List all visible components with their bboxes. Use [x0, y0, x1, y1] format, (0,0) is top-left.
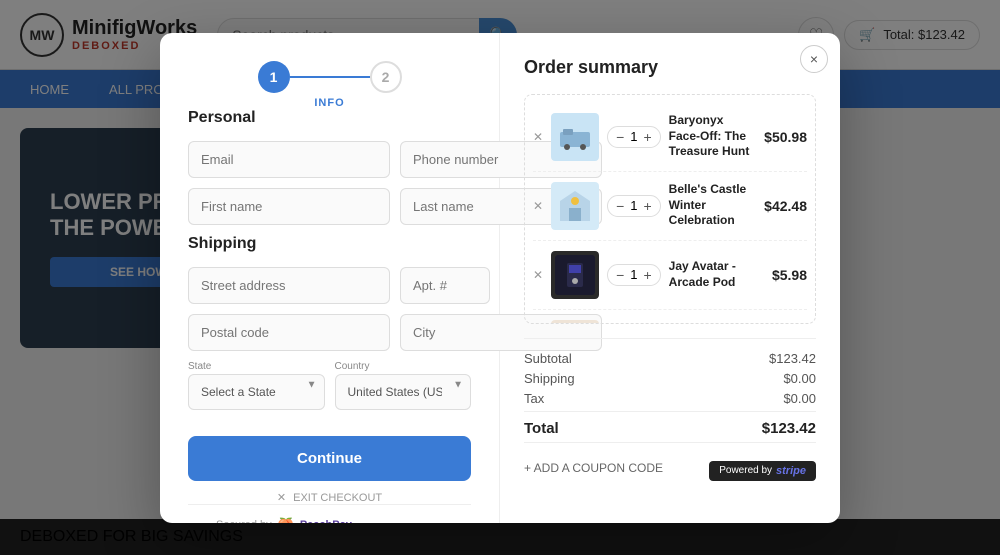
- continue-button[interactable]: Continue: [188, 436, 471, 481]
- item-info-1: Baryonyx Face-Off: The Treasure Hunt: [669, 113, 757, 160]
- peachpay-label: PeachPay: [300, 519, 352, 523]
- order-summary-panel: Order summary ✕ − 1 + Baryonyx Face-Off:…: [500, 33, 840, 523]
- qty-decrease-1[interactable]: −: [616, 129, 624, 145]
- qty-decrease-2[interactable]: −: [616, 198, 624, 214]
- shipping-row: Shipping $0.00: [524, 371, 816, 386]
- item-info-3: Jay Avatar - Arcade Pod: [669, 259, 764, 290]
- grand-total-value: $123.42: [762, 420, 816, 437]
- close-button[interactable]: ×: [800, 45, 828, 73]
- state-select-wrap: State Select a State ▼: [188, 361, 325, 410]
- item-image-2: [551, 182, 599, 230]
- item-qty-1: − 1 +: [607, 126, 661, 148]
- qty-increase-3[interactable]: +: [643, 267, 651, 283]
- exit-label: EXIT CHECKOUT: [293, 492, 382, 504]
- remove-item-3[interactable]: ✕: [533, 268, 543, 282]
- secured-text: Secured by: [216, 519, 272, 523]
- qty-value-2: 1: [630, 198, 637, 213]
- checkout-form-panel: 1 2 INFO Personal Shipping: [160, 33, 500, 523]
- grand-total-label: Total: [524, 420, 559, 437]
- item-price-3: $5.98: [772, 267, 807, 283]
- subtotal-row: Subtotal $123.42: [524, 351, 816, 366]
- country-select-wrap: Country United States (US) ▼: [335, 361, 472, 410]
- street-input[interactable]: [188, 267, 390, 304]
- item-info-2: Belle's Castle Winter Celebration: [669, 182, 757, 229]
- item-price-2: $42.48: [764, 198, 807, 214]
- remove-item-1[interactable]: ✕: [533, 130, 543, 144]
- state-label: State: [188, 361, 325, 372]
- grand-total-row: Total $123.42: [524, 411, 816, 437]
- step-1: 1: [258, 61, 290, 93]
- stripe-logo: stripe: [776, 465, 806, 477]
- item-qty-2: − 1 +: [607, 195, 661, 217]
- firstname-input[interactable]: [188, 188, 390, 225]
- item-name-2: Belle's Castle Winter Celebration: [669, 182, 757, 229]
- shipping-section-title: Shipping: [188, 235, 471, 253]
- modal-overlay: × 1 2 INFO Personal: [0, 0, 1000, 555]
- state-country-row: State Select a State ▼ Country United St…: [188, 361, 471, 410]
- email-input[interactable]: [188, 141, 390, 178]
- postal-input[interactable]: [188, 314, 390, 351]
- powered-by-text: Powered by: [719, 465, 772, 476]
- order-item: ✕ − 1 + Jay Avatar - Arcade Pod $5.98: [533, 241, 807, 310]
- subtotal-value: $123.42: [769, 351, 816, 366]
- name-row: [188, 188, 471, 225]
- qty-value-1: 1: [630, 129, 637, 144]
- item-image-1: [551, 113, 599, 161]
- street-row: [188, 267, 471, 304]
- state-select[interactable]: Select a State: [188, 374, 325, 410]
- apt-input[interactable]: [400, 267, 490, 304]
- item-image-4: [551, 320, 599, 324]
- steps-row: 1 2: [258, 61, 402, 93]
- shipping-value: $0.00: [783, 371, 816, 386]
- step-label: INFO: [314, 97, 344, 109]
- shipping-label: Shipping: [524, 371, 575, 386]
- steps-indicator: 1 2 INFO: [188, 61, 471, 109]
- order-totals: Subtotal $123.42 Shipping $0.00 Tax $0.0…: [524, 338, 816, 442]
- coupon-link[interactable]: + ADD A COUPON CODE: [524, 451, 663, 485]
- tax-row: Tax $0.00: [524, 391, 816, 406]
- order-item: ✕ − 1 + Mario's: [533, 310, 807, 324]
- secured-footer: Secured by 🍑 PeachPay: [188, 504, 471, 523]
- item-name-1: Baryonyx Face-Off: The Treasure Hunt: [669, 113, 757, 160]
- item-name-3: Jay Avatar - Arcade Pod: [669, 259, 764, 290]
- order-footer: + ADD A COUPON CODE Powered by stripe: [524, 442, 816, 497]
- order-summary-title: Order summary: [524, 57, 816, 78]
- exit-checkout-link[interactable]: ✕ EXIT CHECKOUT: [188, 491, 471, 504]
- country-label: Country: [335, 361, 472, 372]
- remove-item-2[interactable]: ✕: [533, 199, 543, 213]
- item-qty-3: − 1 +: [607, 264, 661, 286]
- order-items-list: ✕ − 1 + Baryonyx Face-Off: The Treasure …: [524, 94, 816, 324]
- qty-value-3: 1: [630, 267, 637, 282]
- order-item: ✕ − 1 + Belle's Castle Winter Celebratio…: [533, 172, 807, 241]
- qty-increase-1[interactable]: +: [643, 129, 651, 145]
- qty-decrease-3[interactable]: −: [616, 267, 624, 283]
- email-phone-row: [188, 141, 471, 178]
- item-image-3: [551, 251, 599, 299]
- personal-section-title: Personal: [188, 109, 471, 127]
- order-item: ✕ − 1 + Baryonyx Face-Off: The Treasure …: [533, 103, 807, 172]
- stripe-badge: Powered by stripe: [709, 461, 816, 481]
- item-price-1: $50.98: [764, 129, 807, 145]
- tax-label: Tax: [524, 391, 544, 406]
- subtotal-label: Subtotal: [524, 351, 572, 366]
- exit-x-icon: ✕: [277, 492, 286, 504]
- checkout-modal: × 1 2 INFO Personal: [160, 33, 840, 523]
- tax-value: $0.00: [783, 391, 816, 406]
- postal-city-row: [188, 314, 471, 351]
- peachpay-icon: 🍑: [278, 517, 294, 523]
- step-line: [290, 76, 370, 78]
- qty-increase-2[interactable]: +: [643, 198, 651, 214]
- step-2: 2: [370, 61, 402, 93]
- country-select[interactable]: United States (US): [335, 374, 472, 410]
